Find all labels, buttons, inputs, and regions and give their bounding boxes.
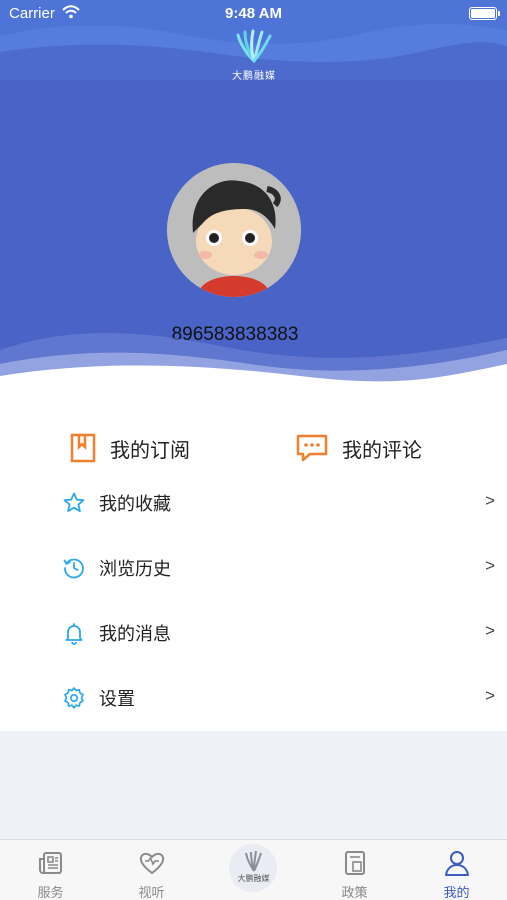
gear-icon: [64, 687, 84, 709]
comment-icon: [296, 434, 328, 462]
heart-icon: [139, 852, 165, 874]
chevron-right-icon: >: [485, 556, 495, 575]
center-logo-icon: [245, 850, 262, 872]
avatar[interactable]: [167, 163, 301, 297]
quick-link-label: 我的评论: [342, 437, 422, 462]
tab-service[interactable]: 服务: [0, 840, 101, 900]
tab-label: 政策: [341, 886, 368, 900]
menu-item-messages[interactable]: 我的消息 >: [0, 602, 507, 662]
logo-text: 大鹏融媒: [232, 71, 276, 80]
menu-item-label: 我的消息: [99, 624, 171, 645]
bookmark-icon: [70, 433, 96, 463]
tab-media[interactable]: 视听: [101, 840, 202, 900]
menu-item-settings[interactable]: 设置 >: [0, 667, 507, 727]
quick-links: 我的订阅 我的评论: [0, 428, 507, 468]
chevron-right-icon: >: [485, 491, 495, 510]
status-bar: Carrier 9:48 AM: [0, 0, 507, 28]
quick-link-label: 我的订阅: [110, 437, 190, 462]
menu-item-history[interactable]: 浏览历史 >: [0, 537, 507, 597]
center-logo-text: 大鹏融媒: [237, 874, 270, 883]
tab-label: 服务: [37, 886, 64, 900]
my-comments-button[interactable]: 我的评论: [296, 428, 422, 468]
document-icon: [345, 851, 365, 875]
menu-item-label: 我的收藏: [99, 494, 171, 515]
battery-icon: [469, 7, 500, 20]
history-icon: [63, 558, 84, 579]
tab-label: 我的: [443, 886, 470, 900]
menu-item-favorites[interactable]: 我的收藏 >: [0, 472, 507, 532]
star-icon: [63, 492, 85, 512]
tab-policy[interactable]: 政策: [304, 840, 405, 900]
banner-wave-decoration: [0, 333, 507, 400]
tab-me[interactable]: 我的: [406, 840, 507, 900]
menu-item-label: 浏览历史: [99, 559, 171, 580]
tab-home-center[interactable]: 大鹏融媒: [203, 840, 304, 900]
fan-logo-icon: [236, 29, 272, 63]
menu-panel: 我的订阅 我的评论 我的收藏 > 浏览历史 > 我的消息 > 设置 >: [0, 400, 507, 731]
user-icon: [445, 851, 469, 876]
news-icon: [39, 852, 62, 874]
chevron-right-icon: >: [485, 686, 495, 705]
chevron-right-icon: >: [485, 621, 495, 640]
tab-label: 视听: [138, 886, 165, 900]
tab-bar: 服务 视听 大鹏融媒 政策 我的: [0, 839, 507, 900]
clock: 9:48 AM: [225, 5, 282, 22]
bell-icon: [65, 623, 83, 645]
cartoon-avatar: [167, 163, 301, 297]
my-subscriptions-button[interactable]: 我的订阅: [70, 428, 190, 468]
menu-item-label: 设置: [99, 689, 135, 710]
app-logo: 大鹏融媒: [224, 27, 284, 80]
profile-banner: 896583838383: [0, 80, 507, 400]
